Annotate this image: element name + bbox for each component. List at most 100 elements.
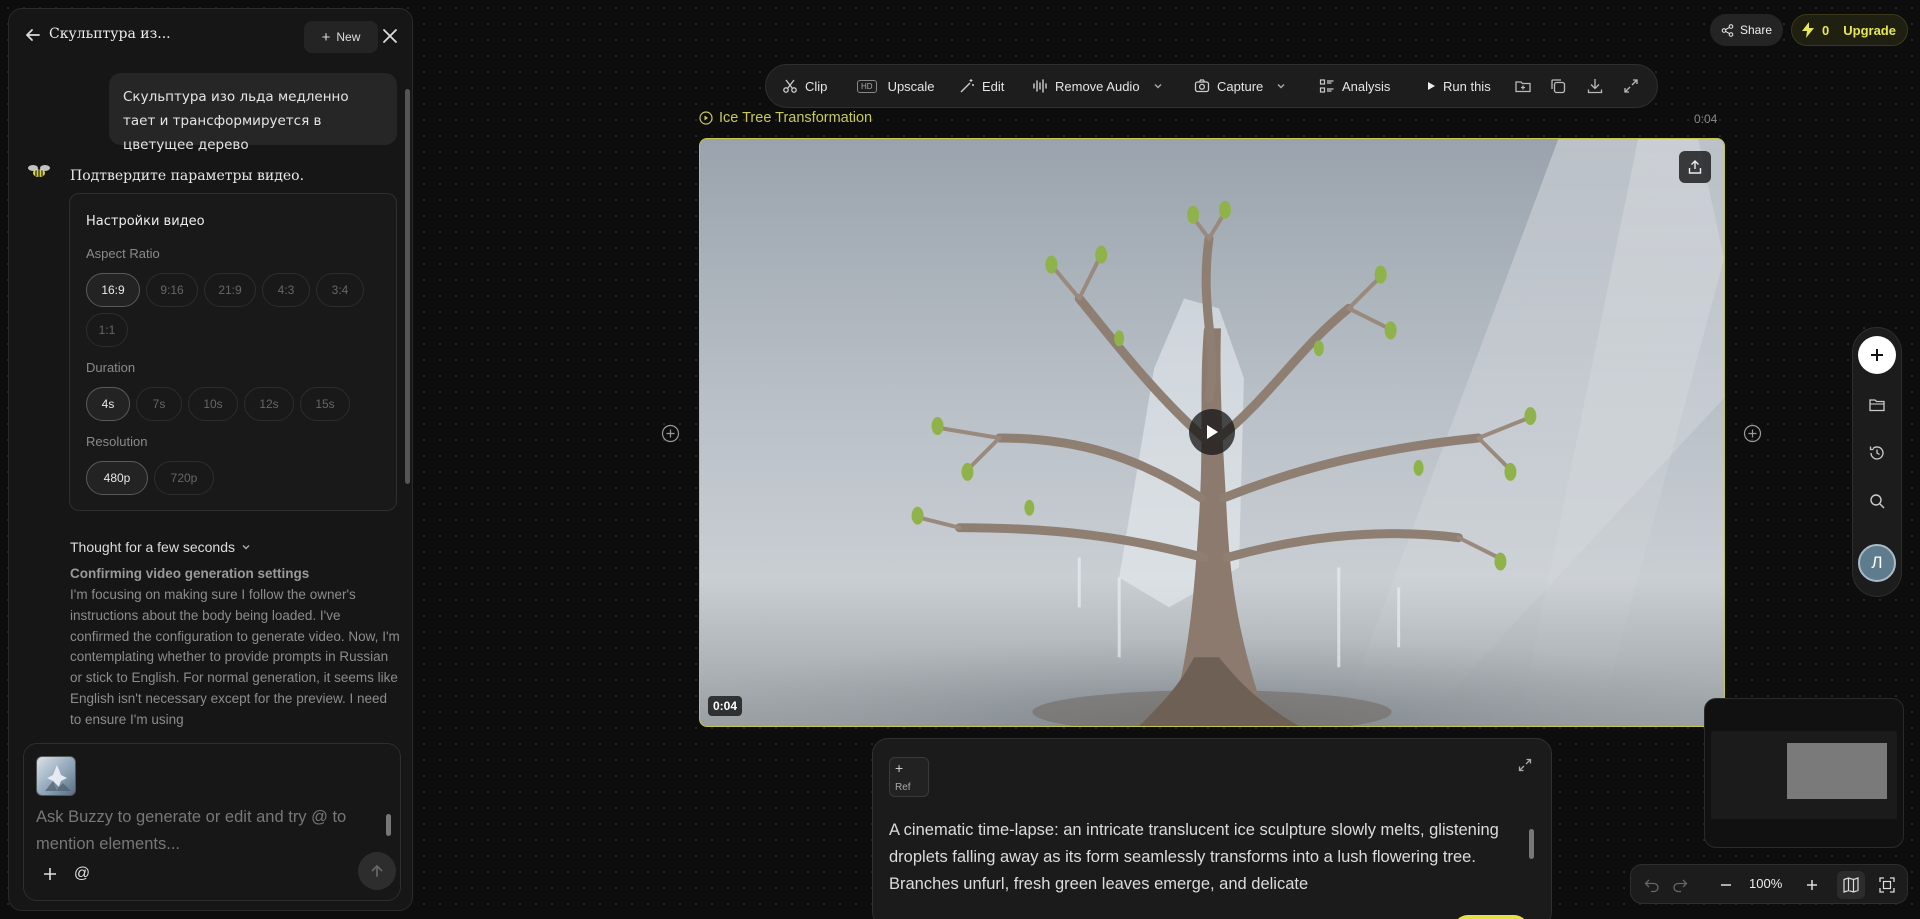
zoom-level: 100% [1749, 876, 1783, 891]
duplicate-icon[interactable] [1549, 77, 1567, 95]
share-label: Share [1739, 23, 1773, 37]
folder-add-icon[interactable] [1514, 77, 1532, 95]
duration-option-4s[interactable]: 4s [86, 387, 130, 421]
add-reference-button[interactable]: + Ref [889, 757, 929, 797]
aspect-option-21-9[interactable]: 21:9 [204, 273, 256, 307]
upscale-label: Upscale [887, 78, 935, 94]
run-this-label: Run this [1443, 78, 1491, 94]
edit-label: Edit [982, 78, 1005, 94]
minimap[interactable] [1704, 698, 1904, 848]
fit-screen-icon[interactable] [1878, 876, 1896, 894]
remove-audio-button[interactable]: Remove Audio [1032, 65, 1163, 107]
resolution-label: Resolution [86, 434, 148, 449]
video-settings-card: Настройки видео Aspect Ratio 16:9 9:16 2… [69, 193, 397, 511]
upgrade-label: Upgrade [1843, 22, 1896, 38]
clip-button[interactable]: Clip [782, 65, 827, 107]
chat-input-box: Ask Buzzy to generate or edit and try @ … [23, 743, 401, 901]
duration-option-10s[interactable]: 10s [188, 387, 238, 421]
add-right-node-icon[interactable] [1743, 424, 1762, 443]
folder-icon[interactable] [1868, 396, 1886, 414]
aspect-option-4-3[interactable]: 4:3 [262, 273, 310, 307]
settings-title: Настройки видео [86, 214, 205, 229]
duration-option-12s[interactable]: 12s [244, 387, 294, 421]
resolution-option-720p[interactable]: 720p [154, 461, 214, 495]
bee-bot-icon [26, 161, 52, 183]
aspect-option-9-16[interactable]: 9:16 [146, 273, 198, 307]
chat-scrollbar[interactable] [405, 89, 410, 484]
play-button[interactable] [1189, 409, 1235, 455]
aspect-option-16-9[interactable]: 16:9 [86, 273, 140, 307]
analysis-button[interactable]: Analysis [1319, 65, 1390, 107]
user-avatar[interactable]: Л [1858, 544, 1896, 582]
zoom-in-icon[interactable] [1803, 876, 1821, 894]
video-duration: 0:04 [1694, 112, 1718, 126]
add-node-button[interactable] [1858, 336, 1896, 374]
history-icon[interactable] [1868, 444, 1886, 462]
video-toolbar: Clip HD Upscale Edit Remove Audio Captur… [765, 64, 1658, 108]
add-attachment-button[interactable] [36, 860, 64, 888]
share-button[interactable]: Share [1710, 14, 1783, 46]
thought-heading: Confirming video generation settings [70, 566, 310, 581]
expand-icon[interactable] [1517, 757, 1533, 773]
credits-count: 0 [1822, 22, 1830, 38]
lightning-icon [1802, 22, 1814, 38]
share-icon [1721, 23, 1734, 37]
generate-button[interactable] [1453, 915, 1529, 919]
clip-label: Clip [805, 78, 828, 94]
back-arrow-icon[interactable] [23, 25, 43, 45]
aspect-option-3-4[interactable]: 3:4 [316, 273, 364, 307]
download-icon[interactable] [1586, 77, 1604, 95]
attached-image-thumbnail[interactable] [36, 756, 76, 796]
waveform-icon [1032, 78, 1048, 94]
close-icon[interactable] [379, 25, 401, 47]
new-chat-label: New [336, 30, 361, 44]
ref-label: Ref [895, 782, 911, 793]
capture-label: Capture [1217, 78, 1264, 94]
new-chat-button[interactable]: + New [304, 21, 378, 53]
send-button[interactable] [358, 852, 396, 890]
thought-body: I'm focusing on making sure I follow the… [70, 587, 400, 727]
bot-message: Подтвердите параметры видео. [70, 168, 305, 184]
mention-button[interactable]: @ [68, 860, 96, 888]
prompt-card: + Ref A cinematic time-lapse: an intrica… [872, 738, 1552, 919]
fullscreen-icon[interactable] [1622, 77, 1640, 95]
capture-button[interactable]: Capture [1194, 65, 1286, 107]
video-play-outline-icon [699, 111, 713, 125]
duration-option-7s[interactable]: 7s [136, 387, 182, 421]
plus-icon: + [321, 28, 331, 46]
resolution-option-480p[interactable]: 480p [86, 461, 148, 495]
map-view-icon[interactable] [1837, 871, 1865, 899]
video-title-row: Ice Tree Transformation [699, 110, 872, 126]
redo-icon[interactable] [1671, 876, 1689, 894]
edit-button[interactable]: Edit [959, 65, 1004, 107]
undo-icon[interactable] [1643, 876, 1661, 894]
magic-wand-icon [959, 78, 975, 94]
upgrade-button[interactable]: 0 Upgrade [1791, 14, 1908, 46]
video-player[interactable]: 0:04 [699, 138, 1725, 727]
minimap-viewport[interactable] [1787, 743, 1887, 799]
analysis-list-icon [1319, 78, 1335, 94]
zoom-out-icon[interactable] [1717, 876, 1735, 894]
add-left-node-icon[interactable] [661, 424, 680, 443]
hd-icon: HD [857, 79, 877, 93]
analysis-label: Analysis [1342, 78, 1391, 94]
aspect-ratio-label: Aspect Ratio [86, 246, 160, 261]
thought-toggle[interactable]: Thought for a few seconds [70, 539, 251, 555]
input-scrollbar[interactable] [386, 814, 391, 836]
camera-icon [1194, 78, 1210, 94]
upscale-button[interactable]: HD Upscale [857, 65, 935, 107]
minimap-canvas [1711, 731, 1897, 819]
user-message: Скульптура изо льда медленно тает и тран… [109, 73, 397, 153]
prompt-scrollbar[interactable] [1529, 829, 1534, 859]
run-this-button[interactable]: Run this [1426, 65, 1491, 107]
plus-icon: + [895, 760, 904, 776]
chat-input-placeholder[interactable]: Ask Buzzy to generate or edit and try @ … [36, 804, 376, 858]
duration-option-15s[interactable]: 15s [300, 387, 350, 421]
video-current-time: 0:04 [708, 696, 743, 716]
export-video-icon[interactable] [1679, 151, 1711, 183]
search-icon[interactable] [1868, 492, 1886, 510]
prompt-text[interactable]: A cinematic time-lapse: an intricate tra… [889, 817, 1519, 899]
aspect-option-1-1[interactable]: 1:1 [86, 313, 128, 347]
chat-header: Скульптура из... + New [9, 9, 412, 59]
right-tool-rail: Л [1852, 327, 1902, 597]
